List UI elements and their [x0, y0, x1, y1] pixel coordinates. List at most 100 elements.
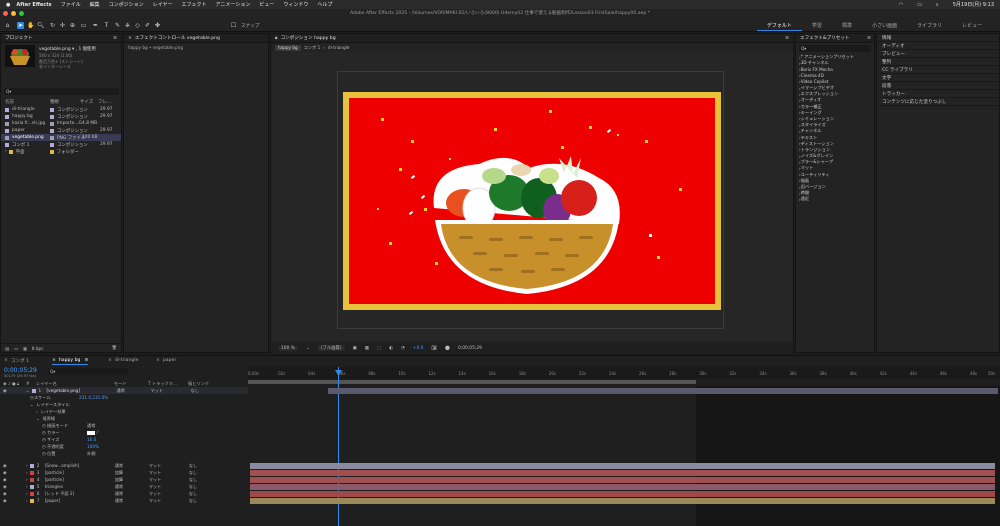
- property-row[interactable]: ◷ サイズ 16.0: [0, 436, 248, 443]
- chevron-down-icon[interactable]: ⌄: [36, 416, 40, 421]
- layer-duration-bar[interactable]: [250, 463, 995, 469]
- mask-visibility-icon[interactable]: ⬚: [377, 346, 381, 351]
- close-icon[interactable]: ×: [128, 36, 132, 41]
- rectangle-tool-icon[interactable]: ▭: [80, 22, 87, 29]
- col-fps[interactable]: フレ...: [98, 99, 111, 105]
- parent-dropdown[interactable]: なし: [189, 491, 197, 497]
- snapshot-icon[interactable]: 📷︎: [431, 346, 437, 351]
- lock-icon[interactable]: 🔒︎: [275, 35, 277, 41]
- chevron-down-icon[interactable]: ⌄: [30, 402, 34, 407]
- layer-name[interactable]: [レッド 平面 2]: [45, 491, 115, 497]
- menu-effect[interactable]: エフェクト: [182, 1, 207, 8]
- stroke-size-value[interactable]: 16.0: [87, 437, 96, 442]
- app-menu[interactable]: After Effects: [16, 2, 51, 8]
- apple-icon[interactable]: ●: [6, 2, 10, 8]
- label-color[interactable]: [50, 107, 54, 112]
- right-panel-item[interactable]: 文字: [877, 74, 999, 82]
- blend-mode-dropdown[interactable]: 通常: [87, 423, 95, 429]
- effect-category[interactable]: › 遠近: [796, 196, 874, 202]
- chevron-right-icon[interactable]: ›: [26, 463, 28, 468]
- label-color[interactable]: [31, 388, 36, 393]
- chevron-right-icon[interactable]: ›: [26, 470, 28, 475]
- battery-icon[interactable]: ▭: [917, 2, 922, 8]
- workspace-small-screen[interactable]: 小さい画面: [862, 21, 907, 31]
- mode-dropdown[interactable]: 通常: [115, 491, 149, 497]
- close-icon[interactable]: ×: [108, 358, 112, 363]
- right-panel-item[interactable]: 情報: [877, 34, 999, 42]
- property-row[interactable]: ◷ 描画モード 通常: [0, 422, 248, 429]
- work-area-bar[interactable]: [248, 380, 696, 384]
- panel-menu-icon[interactable]: ≡: [785, 36, 789, 41]
- eraser-tool-icon[interactable]: ◇: [134, 22, 141, 29]
- eye-icon[interactable]: ◉: [0, 498, 26, 503]
- col-track-matte[interactable]: T トラックマ...: [148, 381, 188, 387]
- show-snapshot-icon[interactable]: ⬤: [445, 346, 450, 351]
- selection-tool-icon[interactable]: ➤: [17, 22, 24, 29]
- property-row[interactable]: ⌄ 境界線: [0, 415, 248, 422]
- label-color[interactable]: [29, 477, 34, 482]
- parent-dropdown[interactable]: なし: [189, 470, 197, 476]
- clock[interactable]: 5月19日(月) 9:13: [953, 1, 994, 8]
- new-folder-icon[interactable]: ▭: [14, 346, 18, 351]
- matte-dropdown[interactable]: マット: [149, 491, 189, 497]
- effects-search-input[interactable]: Q▾: [799, 45, 871, 52]
- clone-stamp-tool-icon[interactable]: ⎈: [124, 22, 131, 29]
- layer-name[interactable]: [Snow...omplish]: [45, 463, 115, 468]
- roto-brush-tool-icon[interactable]: ✐: [144, 22, 151, 29]
- menu-window[interactable]: ウィンドウ: [283, 1, 308, 8]
- composition-tab[interactable]: 🔒︎ コンポジション happy bg ≡: [271, 34, 793, 43]
- search-icon[interactable]: ⌕: [936, 2, 939, 8]
- color-swatch[interactable]: [87, 430, 95, 435]
- label-color[interactable]: [50, 135, 54, 140]
- property-row[interactable]: ◷ 位置 外側: [0, 450, 248, 457]
- tab-di-triangle[interactable]: × di-triangle: [108, 356, 138, 365]
- mode-dropdown[interactable]: 加算: [115, 470, 149, 476]
- minimize-window-icon[interactable]: [11, 11, 16, 16]
- label-color[interactable]: [50, 114, 54, 119]
- scale-value[interactable]: 231.0,231.0%: [79, 395, 108, 400]
- label-color[interactable]: [29, 470, 34, 475]
- chevron-right-icon[interactable]: ›: [26, 477, 28, 482]
- current-time[interactable]: 0;00;05;29: [458, 346, 482, 351]
- timeline-search-input[interactable]: Q▾: [48, 368, 128, 375]
- matte-dropdown[interactable]: マット: [149, 477, 189, 483]
- breadcrumb-di-triangle[interactable]: di-triangle: [328, 45, 349, 51]
- menu-file[interactable]: ファイル: [61, 1, 81, 8]
- eye-icon[interactable]: ◉: [0, 388, 26, 393]
- mode-dropdown[interactable]: 通常: [115, 463, 149, 469]
- breadcrumb-happy-bg[interactable]: happy bg: [275, 45, 301, 51]
- col-parent[interactable]: 親とリンク: [188, 381, 209, 387]
- mode-dropdown[interactable]: 加算: [115, 477, 149, 483]
- close-icon[interactable]: ×: [52, 358, 56, 363]
- layer-row[interactable]: ◉ › 7 [paper] 通常 マット なし: [0, 497, 248, 504]
- label-color[interactable]: [29, 498, 34, 503]
- chevron-right-icon[interactable]: ›: [26, 498, 28, 503]
- mode-dropdown[interactable]: 通常: [115, 498, 149, 504]
- matte-dropdown[interactable]: マット: [151, 388, 191, 394]
- list-item[interactable]: › 平面 フォルダー: [1, 148, 121, 155]
- layer-name[interactable]: [particle]: [45, 470, 115, 475]
- eyedropper-icon[interactable]: ⁄: [97, 430, 98, 435]
- chevron-right-icon[interactable]: ›: [36, 409, 38, 414]
- workspace-learn[interactable]: 学習: [802, 21, 832, 31]
- exposure-value[interactable]: +0.0: [413, 346, 424, 351]
- label-color[interactable]: [29, 491, 34, 496]
- layer-row[interactable]: ◉ › 3 [particle] 加算 マット なし: [0, 469, 248, 476]
- layer-name[interactable]: triangles: [45, 484, 115, 489]
- chevron-right-icon[interactable]: ›: [26, 484, 28, 489]
- property-row[interactable]: ⌄ レイヤースタイル: [0, 401, 248, 408]
- layer-row[interactable]: ◉ › 4 [particle] 加算 マット なし: [0, 476, 248, 483]
- color-channel-icon[interactable]: ◐: [389, 346, 393, 351]
- timeline-timecode[interactable]: 0;00;05;29: [4, 367, 37, 374]
- project-tab[interactable]: プロジェクト ≡: [1, 34, 121, 43]
- parent-dropdown[interactable]: なし: [189, 463, 197, 469]
- layer-row[interactable]: ◉ ⌄ 1 [vegetable.png] 通常 マット なし: [0, 387, 248, 394]
- workspace-standard[interactable]: 標準: [832, 21, 862, 31]
- brush-tool-icon[interactable]: ✎: [114, 22, 121, 29]
- trash-icon[interactable]: 🗑︎: [112, 345, 117, 351]
- layer-name[interactable]: [paper]: [45, 498, 115, 503]
- right-panel-item[interactable]: CC ライブラリ: [877, 66, 999, 74]
- puppet-tool-icon[interactable]: ✤: [154, 22, 161, 29]
- bpc-button[interactable]: 8 bpc: [32, 346, 44, 351]
- zoom-dropdown[interactable]: 100 %: [278, 345, 298, 351]
